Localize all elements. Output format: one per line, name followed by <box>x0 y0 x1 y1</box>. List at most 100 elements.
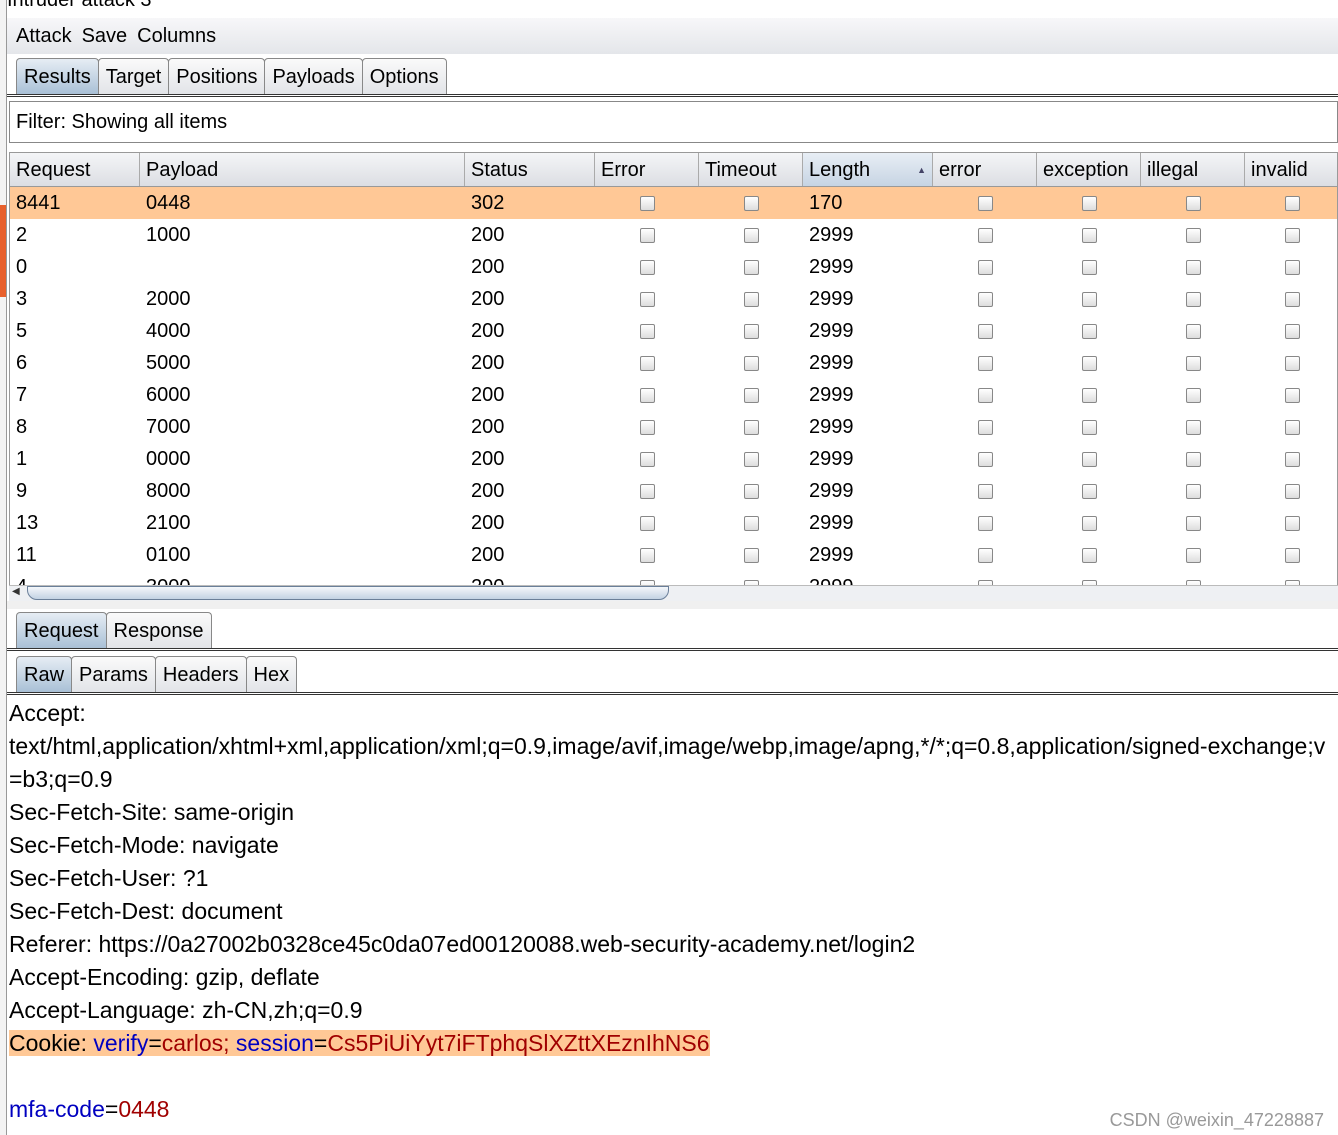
checkbox[interactable] <box>1185 259 1201 275</box>
checkbox[interactable] <box>639 291 655 307</box>
checkbox[interactable] <box>1284 483 1300 499</box>
column-header-status[interactable]: Status <box>465 153 595 186</box>
checkbox[interactable] <box>1284 515 1300 531</box>
checkbox[interactable] <box>1081 547 1097 563</box>
checkbox[interactable] <box>743 259 759 275</box>
checkbox[interactable] <box>1081 419 1097 435</box>
checkbox[interactable] <box>1185 451 1201 467</box>
checkbox[interactable] <box>1185 387 1201 403</box>
menu-columns[interactable]: Columns <box>137 25 216 48</box>
checkbox[interactable] <box>743 451 759 467</box>
checkbox[interactable] <box>1081 291 1097 307</box>
table-row[interactable]: 7 6000 200 2999 <box>10 379 1337 411</box>
checkbox[interactable] <box>639 227 655 243</box>
checkbox[interactable] <box>639 387 655 403</box>
horizontal-scrollbar[interactable]: ◀ <box>9 585 1338 601</box>
checkbox[interactable] <box>1284 419 1300 435</box>
column-header-timeout[interactable]: Timeout <box>699 153 803 186</box>
checkbox[interactable] <box>977 419 993 435</box>
checkbox[interactable] <box>743 227 759 243</box>
checkbox[interactable] <box>1185 227 1201 243</box>
table-row[interactable]: 11 0100 200 2999 <box>10 539 1337 571</box>
checkbox[interactable] <box>743 195 759 211</box>
table-row[interactable]: 3 2000 200 2999 <box>10 283 1337 315</box>
checkbox[interactable] <box>1284 195 1300 211</box>
column-header-invalid[interactable]: invalid <box>1245 153 1337 186</box>
checkbox[interactable] <box>743 355 759 371</box>
checkbox[interactable] <box>1185 483 1201 499</box>
checkbox[interactable] <box>977 387 993 403</box>
table-row[interactable]: 43000200 2999 <box>10 571 1337 585</box>
checkbox[interactable] <box>639 547 655 563</box>
checkbox[interactable] <box>1081 259 1097 275</box>
tab-payloads[interactable]: Payloads <box>264 58 363 94</box>
column-header-request[interactable]: Request <box>10 153 140 186</box>
checkbox[interactable] <box>977 227 993 243</box>
menu-attack[interactable]: Attack <box>16 25 72 48</box>
checkbox[interactable] <box>977 259 993 275</box>
checkbox[interactable] <box>743 291 759 307</box>
checkbox[interactable] <box>1081 451 1097 467</box>
checkbox[interactable] <box>1081 355 1097 371</box>
checkbox[interactable] <box>743 547 759 563</box>
tab-positions[interactable]: Positions <box>168 58 266 94</box>
column-header-exception[interactable]: exception <box>1037 153 1141 186</box>
tab-request[interactable]: Request <box>16 612 107 648</box>
menu-save[interactable]: Save <box>82 25 128 48</box>
tab-raw[interactable]: Raw <box>16 656 73 692</box>
checkbox[interactable] <box>639 195 655 211</box>
checkbox[interactable] <box>1185 515 1201 531</box>
table-row[interactable]: 0 200 2999 <box>10 251 1337 283</box>
checkbox[interactable] <box>1185 195 1201 211</box>
checkbox[interactable] <box>1185 419 1201 435</box>
checkbox[interactable] <box>639 259 655 275</box>
checkbox[interactable] <box>1284 227 1300 243</box>
filter-bar[interactable]: Filter: Showing all items <box>9 101 1338 143</box>
table-row[interactable]: 6 5000 200 2999 <box>10 347 1337 379</box>
table-row[interactable]: 8441 0448 302 170 <box>10 187 1337 219</box>
tab-headers[interactable]: Headers <box>154 656 247 692</box>
table-row[interactable]: 8 7000 200 2999 <box>10 411 1337 443</box>
checkbox[interactable] <box>743 419 759 435</box>
checkbox[interactable] <box>639 515 655 531</box>
tab-response[interactable]: Response <box>105 612 212 648</box>
checkbox[interactable] <box>743 323 759 339</box>
table-row[interactable]: 2 1000 200 2999 <box>10 219 1337 251</box>
checkbox[interactable] <box>977 547 993 563</box>
checkbox[interactable] <box>639 483 655 499</box>
checkbox[interactable] <box>1081 483 1097 499</box>
checkbox[interactable] <box>639 419 655 435</box>
checkbox[interactable] <box>1284 323 1300 339</box>
checkbox[interactable] <box>743 483 759 499</box>
checkbox[interactable] <box>639 451 655 467</box>
checkbox[interactable] <box>977 195 993 211</box>
column-header-length[interactable]: Length ▲ <box>803 153 933 186</box>
checkbox[interactable] <box>1284 259 1300 275</box>
checkbox[interactable] <box>977 291 993 307</box>
checkbox[interactable] <box>1284 291 1300 307</box>
split-divider[interactable] <box>7 601 1338 609</box>
checkbox[interactable] <box>743 387 759 403</box>
checkbox[interactable] <box>639 323 655 339</box>
checkbox[interactable] <box>977 323 993 339</box>
checkbox[interactable] <box>1081 515 1097 531</box>
table-row[interactable]: 1 0000 200 2999 <box>10 443 1337 475</box>
column-header-payload[interactable]: Payload <box>140 153 465 186</box>
checkbox[interactable] <box>977 515 993 531</box>
table-row[interactable]: 5 4000 200 2999 <box>10 315 1337 347</box>
scroll-left-icon[interactable]: ◀ <box>12 586 20 597</box>
checkbox[interactable] <box>977 355 993 371</box>
tab-hex[interactable]: Hex <box>245 656 298 692</box>
checkbox[interactable] <box>977 483 993 499</box>
scroll-thumb[interactable] <box>27 586 669 600</box>
checkbox[interactable] <box>639 355 655 371</box>
checkbox[interactable] <box>1081 323 1097 339</box>
checkbox[interactable] <box>1284 355 1300 371</box>
tab-results[interactable]: Results <box>16 58 99 94</box>
column-header-error[interactable]: error <box>933 153 1037 186</box>
checkbox[interactable] <box>1185 323 1201 339</box>
checkbox[interactable] <box>977 451 993 467</box>
tab-target[interactable]: Target <box>97 58 170 94</box>
table-row[interactable]: 9 8000 200 2999 <box>10 475 1337 507</box>
checkbox[interactable] <box>1081 195 1097 211</box>
